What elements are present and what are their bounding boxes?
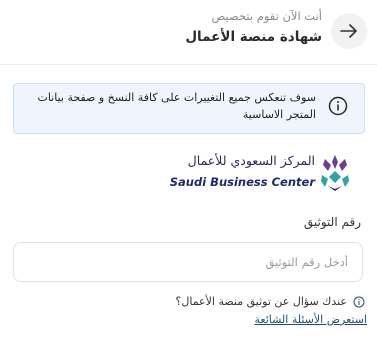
page-subtitle: أنت الآن تقوم بتخصيص xyxy=(211,9,322,23)
verification-number-field[interactable] xyxy=(13,242,363,282)
faq-link[interactable]: استعرض الأسئلة الشائعة xyxy=(254,313,367,326)
page-title: شهادة منصة الأعمال xyxy=(185,29,322,45)
saudi-business-center-logo: المركز السعودي للأعمال Saudi Business Ce… xyxy=(170,153,350,195)
arrow-right-icon xyxy=(340,24,357,38)
notice-text: سوف تنعكس جميع التغييرات على كافة النسخ … xyxy=(37,91,316,121)
verification-number-input[interactable] xyxy=(14,243,362,281)
info-circle-icon xyxy=(353,296,365,308)
header-divider xyxy=(0,64,377,65)
logo-english-text: Saudi Business Center xyxy=(169,175,315,189)
info-circle-icon xyxy=(328,96,348,116)
back-button[interactable] xyxy=(331,13,367,49)
logo-arabic-text: المركز السعودي للأعمال xyxy=(187,153,315,168)
faq-question-text: عندك سؤال عن توثيق منصة الأعمال؟ xyxy=(175,295,347,308)
verification-number-label: رقم التوثيق xyxy=(303,215,361,229)
logo-mark-icon xyxy=(321,155,349,191)
notice-banner: سوف تنعكس جميع التغييرات على كافة النسخ … xyxy=(13,83,365,134)
header: أنت الآن تقوم بتخصيص شهادة منصة الأعمال xyxy=(0,0,377,62)
